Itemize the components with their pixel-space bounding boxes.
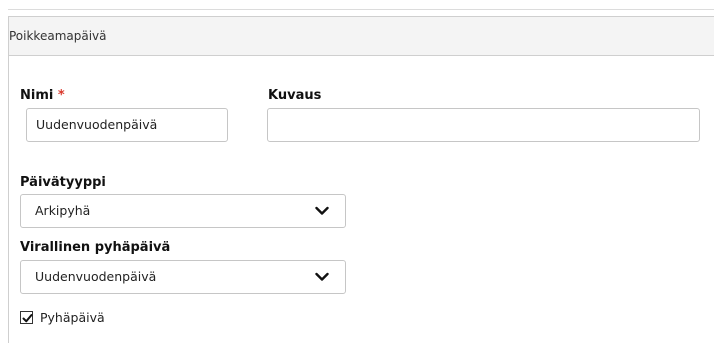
official-holiday-select[interactable]: Uudenvuodenpäivä xyxy=(20,260,346,294)
page: Poikkeamapäivä Nimi * Uudenvuodenpäivä K… xyxy=(0,0,714,343)
chevron-down-icon xyxy=(315,206,329,215)
official-holiday-selected-value: Uudenvuodenpäivä xyxy=(35,269,157,284)
day-type-label: Päivätyyppi xyxy=(20,175,106,190)
chevron-down-icon xyxy=(315,272,329,281)
name-label-text: Nimi xyxy=(20,88,54,103)
description-label: Kuvaus xyxy=(268,88,322,103)
official-holiday-label: Virallinen pyhäpäivä xyxy=(20,240,171,255)
day-type-selected-value: Arkipyhä xyxy=(35,203,91,218)
day-type-select[interactable]: Arkipyhä xyxy=(20,194,346,228)
checkmark-icon xyxy=(22,314,33,323)
required-asterisk: * xyxy=(57,88,65,103)
name-label: Nimi * xyxy=(20,88,65,103)
panel-title: Poikkeamapäivä xyxy=(9,29,107,43)
panel-header: Poikkeamapäivä xyxy=(9,17,714,56)
name-input[interactable]: Uudenvuodenpäivä xyxy=(26,108,228,142)
description-input[interactable] xyxy=(267,108,700,142)
holiday-checkbox[interactable] xyxy=(20,311,33,324)
holiday-checkbox-label: Pyhäpäivä xyxy=(40,310,105,325)
top-divider xyxy=(8,9,714,10)
